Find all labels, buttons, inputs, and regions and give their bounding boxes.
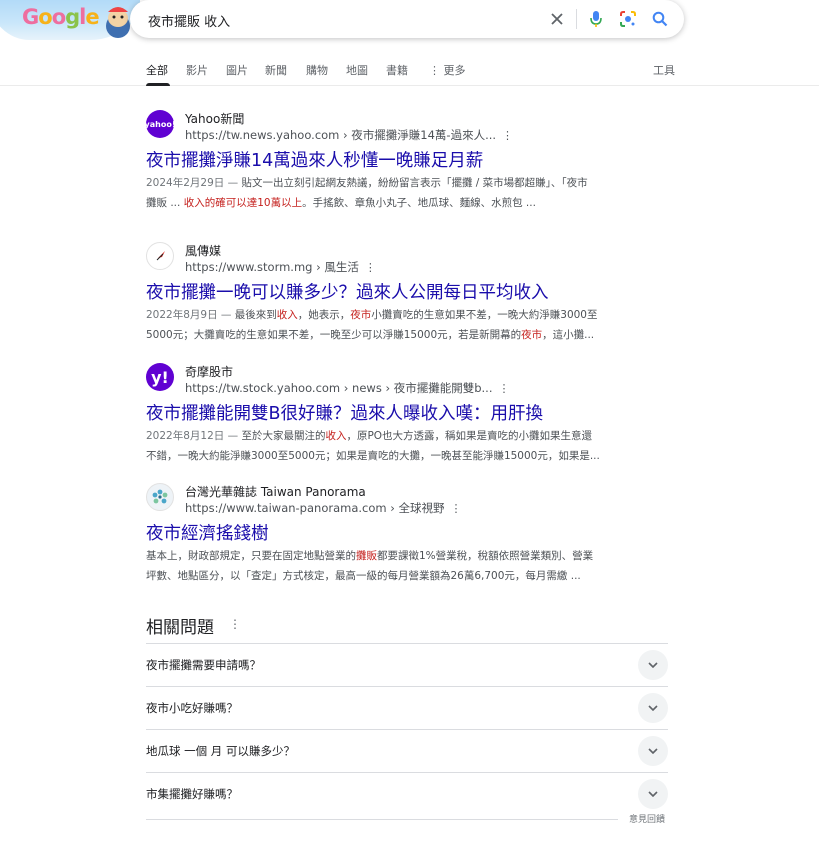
about-result-icon[interactable]: ⋮ [451, 502, 462, 515]
site-url-text: https://tw.news.yahoo.com › 夜市擺攤淨賺14萬-過來… [185, 128, 497, 142]
about-result-icon[interactable]: ⋮ [502, 129, 513, 142]
result-snippet: 2024年2月29日 — 貼文一出立刻引起網友熱議，紛紛留言表示「擺攤 / 菜市… [146, 173, 626, 213]
voice-search-icon[interactable] [586, 9, 606, 29]
storm-media-icon [146, 242, 174, 270]
snippet-text: 基本上，財政部規定，只要在固定地點營業的 [146, 550, 356, 562]
site-url[interactable]: https://tw.news.yahoo.com › 夜市擺攤淨賺14萬-過來… [185, 127, 513, 143]
tab-shopping[interactable]: 購物 [306, 62, 328, 78]
feedback-link[interactable]: 意見回饋 [629, 812, 665, 825]
snippet-highlight: 攤販 [356, 550, 377, 562]
related-question-text: 地瓜球 一個 月 可以賺多少？ [146, 744, 295, 758]
site-url[interactable]: https://tw.stock.yahoo.com › news › 夜市擺攤… [185, 380, 509, 396]
site-url[interactable]: https://www.storm.mg › 風生活 ⋮ [185, 259, 376, 275]
related-question-text: 市集擺攤好賺嗎？ [146, 787, 238, 801]
snippet-text: 。手搖飲、章魚小丸子、地瓜球、麵線、水煎包 ... [302, 197, 536, 209]
google-doodle-logo[interactable]: Google [0, 0, 140, 40]
tab-images[interactable]: 圖片 [226, 62, 248, 78]
taiwan-panorama-icon [146, 483, 174, 511]
snippet-text: ，這小攤... [542, 329, 595, 341]
chevron-down-icon[interactable] [638, 736, 668, 766]
site-url-text: https://www.taiwan-panorama.com › 全球視野 [185, 501, 445, 515]
site-name[interactable]: 奇摩股市 [185, 363, 233, 380]
related-question[interactable]: 夜市擺攤需要申請嗎？ [146, 643, 668, 686]
related-questions-title: 相關問題 [146, 618, 214, 638]
snippet-date: 2024年2月29日 — [146, 177, 242, 189]
doodle-wordmark: Google [22, 5, 100, 29]
search-tabs: 全部 影片 圖片 新聞 購物 地圖 書籍 ⋮ 更多 工具 [138, 50, 819, 86]
tab-more[interactable]: ⋮ 更多 [429, 62, 466, 78]
related-question[interactable]: 夜市小吃好賺嗎？ [146, 686, 668, 729]
snippet-text: ，原PO也大方透露，稱如果是賣吃的小攤如果生意還 [346, 430, 593, 442]
site-name[interactable]: Yahoo新聞 [185, 110, 244, 127]
more-kebab-icon: ⋮ [429, 64, 440, 77]
chevron-down-icon[interactable] [638, 650, 668, 680]
doodle-character-icon [106, 7, 130, 38]
snippet-text: 坪數、地點區分，以「查定」方式核定，最高一級的每月營業額為26萬6,700元，每… [146, 570, 581, 582]
chevron-down-icon[interactable] [638, 693, 668, 723]
related-questions-divider [146, 819, 618, 820]
site-name[interactable]: 台灣光華雜誌 Taiwan Panorama [185, 483, 366, 500]
related-question-text: 夜市小吃好賺嗎？ [146, 701, 238, 715]
search-input[interactable]: 夜市擺販 收入 [148, 11, 230, 30]
active-tab-indicator [146, 83, 170, 86]
snippet-text: 攤販 ... [146, 197, 184, 209]
result-snippet: 基本上，財政部規定，只要在固定地點營業的攤販都要課徵1%營業稅，稅額依照營業類別… [146, 546, 626, 586]
tab-videos[interactable]: 影片 [186, 62, 208, 78]
tab-books[interactable]: 書籍 [386, 62, 408, 78]
search-box[interactable]: 夜市擺販 收入 [130, 0, 684, 38]
snippet-text: 5000元；大攤賣吃的生意如果不差，一晚至少可以淨賺15000元，若是新開幕的 [146, 329, 522, 341]
result-title[interactable]: 夜市擺攤能開雙B很好賺？過來人曝收入嘆：用肝換 [146, 400, 543, 425]
site-url-text: https://tw.stock.yahoo.com › news › 夜市擺攤… [185, 381, 493, 395]
site-url-text: https://www.storm.mg › 風生活 [185, 260, 359, 274]
snippet-text: 都要課徵1%營業稅，稅額依照營業類別、營業 [377, 550, 594, 562]
tab-more-label: 更多 [443, 64, 466, 77]
about-result-icon[interactable]: ⋮ [365, 261, 376, 274]
tab-maps[interactable]: 地圖 [346, 62, 368, 78]
tab-all[interactable]: 全部 [146, 62, 168, 78]
snippet-highlight: 收入的確可以達10萬以上 [183, 197, 303, 209]
result-snippet: 2022年8月9日 — 最後來到收入，她表示，夜市小攤賣吃的生意如果不差，一晚大… [146, 305, 626, 345]
search-divider [576, 9, 577, 29]
tools-button[interactable]: 工具 [653, 62, 675, 78]
snippet-text: 不錯，一晚大約能淨賺3000至5000元；如果是賣吃的大攤，一晚甚至能淨賺150… [146, 450, 600, 462]
site-name[interactable]: 風傳媒 [185, 242, 221, 259]
result-title[interactable]: 夜市擺攤一晚可以賺多少？過來人公開每日平均收入 [146, 279, 549, 304]
related-question-text: 夜市擺攤需要申請嗎？ [146, 658, 261, 672]
result-title[interactable]: 夜市擺攤淨賺14萬過來人秒懂一晚賺足月薪 [146, 147, 483, 172]
snippet-text: 小攤賣吃的生意如果不差，一晚大約淨賺3000至 [371, 309, 598, 321]
clear-icon[interactable] [547, 9, 567, 29]
site-url[interactable]: https://www.taiwan-panorama.com › 全球視野 ⋮ [185, 500, 462, 516]
chevron-down-icon[interactable] [638, 779, 668, 809]
yahoo-stock-icon: y! [146, 363, 174, 391]
related-questions-list: 夜市擺攤需要申請嗎？ 夜市小吃好賺嗎？ 地瓜球 一個 月 可以賺多少？ 市集擺攤… [146, 643, 668, 815]
snippet-highlight: 夜市 [521, 329, 543, 341]
related-question[interactable]: 市集擺攤好賺嗎？ [146, 772, 668, 815]
tab-news[interactable]: 新聞 [265, 62, 287, 78]
related-questions-menu-icon[interactable]: ⋮ [229, 617, 241, 631]
snippet-highlight: 收入 [276, 309, 298, 321]
search-header: Google 夜市擺販 收入 全部 影片 圖片 新聞 購物 地圖 書籍 ⋮ 更多… [0, 0, 819, 86]
snippet-text: 至於大家最關注的 [241, 430, 326, 442]
snippet-highlight: 收入 [325, 430, 347, 442]
snippet-highlight: 夜市 [350, 309, 372, 321]
result-title[interactable]: 夜市經濟搖錢樹 [146, 520, 269, 545]
yahoo-news-icon: yahoo! [146, 110, 174, 138]
search-icon[interactable] [650, 9, 670, 29]
related-question[interactable]: 地瓜球 一個 月 可以賺多少？ [146, 729, 668, 772]
lens-icon[interactable] [618, 9, 638, 29]
snippet-text: 最後來到 [234, 309, 277, 321]
snippet-text: 貼文一出立刻引起網友熱議，紛紛留言表示「擺攤 / 菜市場都超賺」、「夜市 [241, 177, 588, 189]
about-result-icon[interactable]: ⋮ [498, 382, 509, 395]
snippet-date: 2022年8月9日 — [146, 309, 235, 321]
snippet-text: ，她表示， [297, 309, 351, 321]
snippet-date: 2022年8月12日 — [146, 430, 242, 442]
result-snippet: 2022年8月12日 — 至於大家最關注的收入，原PO也大方透露，稱如果是賣吃的… [146, 426, 626, 466]
